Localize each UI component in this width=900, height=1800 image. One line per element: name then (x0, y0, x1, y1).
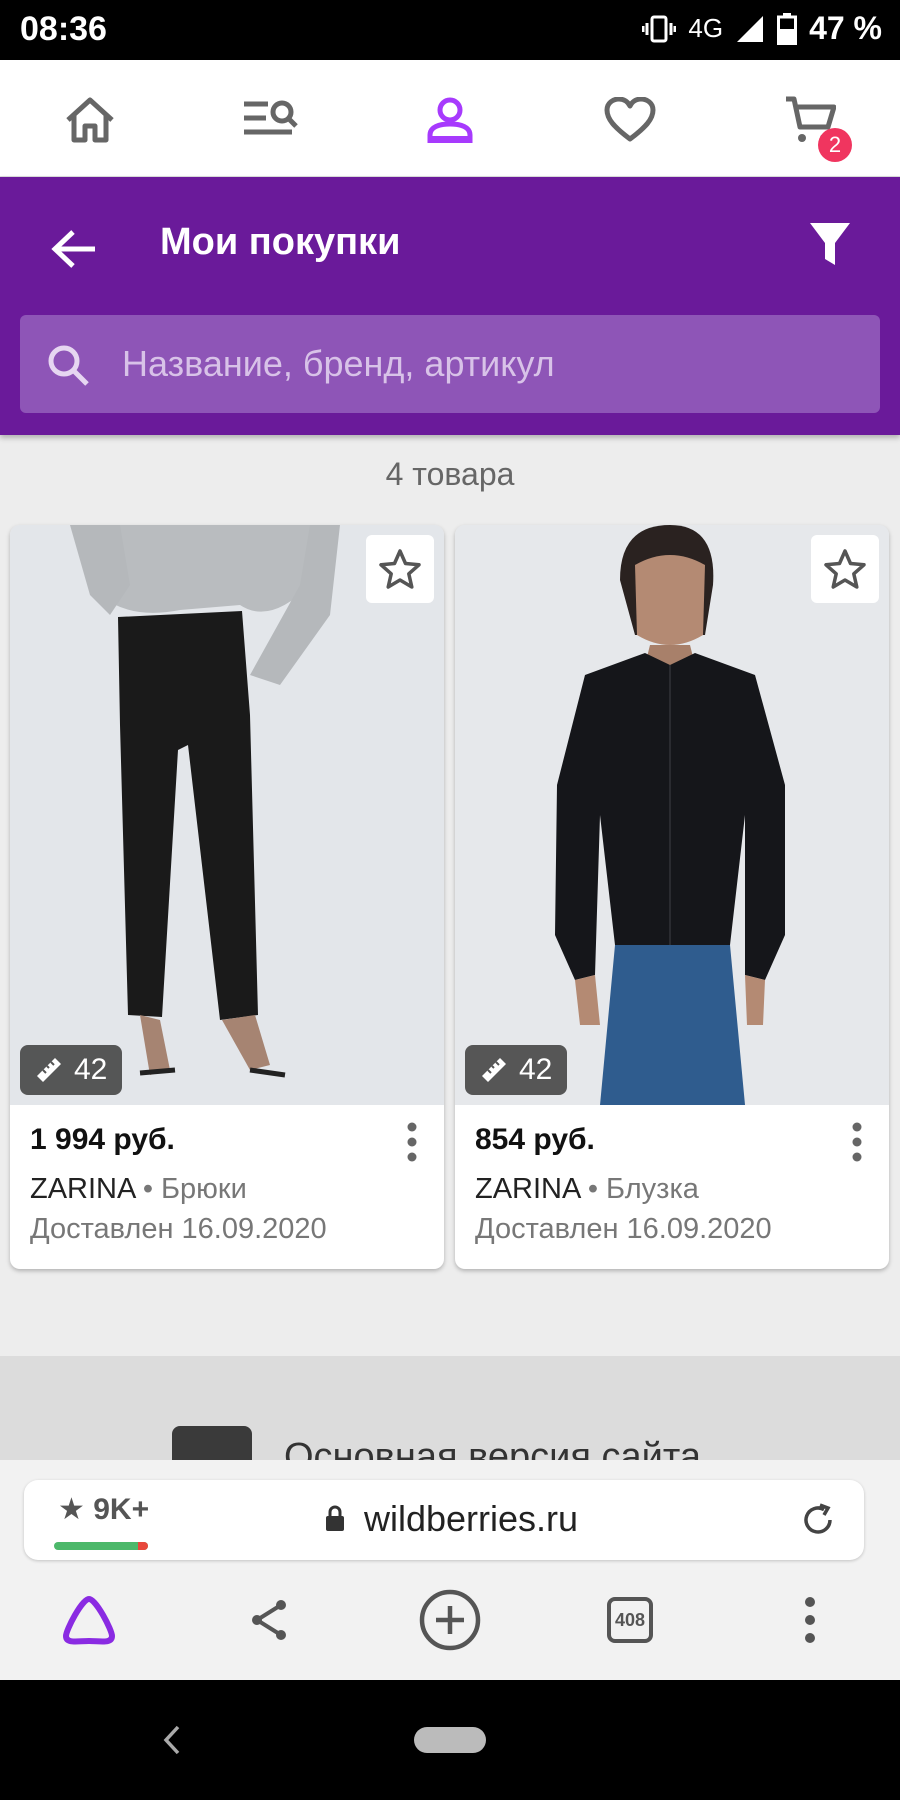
top-nav (0, 60, 900, 178)
more-vertical-icon (852, 1122, 862, 1162)
lock-icon (326, 1505, 344, 1531)
product-photo-trousers (10, 525, 444, 1105)
page-header: Мои покупки (0, 177, 900, 435)
nav-profile-button[interactable] (420, 90, 480, 150)
favorite-button[interactable] (366, 535, 434, 603)
product-category: • Брюки (142, 1173, 247, 1205)
catalog-search-icon (244, 100, 298, 135)
status-time: 08:36 (20, 10, 107, 48)
product-price: 1 994 руб. (30, 1123, 175, 1156)
page-title: Мои покупки (160, 221, 401, 263)
site-rating[interactable]: ★ 9K+ (58, 1492, 149, 1527)
alice-icon (63, 1596, 115, 1645)
new-tab-button[interactable] (415, 1585, 485, 1655)
system-nav-bar (0, 1680, 900, 1800)
home-icon (66, 97, 114, 143)
tabs-count: 408 (607, 1597, 653, 1643)
reload-icon[interactable] (800, 1502, 836, 1538)
arrow-left-icon (51, 230, 95, 268)
browser-toolbar: ★ 9K+ wildberries.ru 408 (0, 1460, 900, 1680)
product-image[interactable] (10, 525, 444, 1105)
product-photo-blouse (455, 525, 889, 1105)
filter-button[interactable] (800, 215, 860, 275)
product-brand: ZARINA (30, 1173, 135, 1205)
back-button[interactable] (44, 219, 104, 279)
battery-percent: 47 % (809, 10, 882, 46)
cart-count-badge: 2 (818, 128, 852, 162)
home-pill[interactable] (414, 1727, 486, 1753)
vibrate-icon (642, 15, 677, 42)
status-bar: 08:36 4G 47 % (0, 0, 900, 60)
size-value: 42 (74, 1053, 108, 1086)
product-brand-line: ZARINA • Брюки (30, 1173, 247, 1206)
desktop-version-link[interactable]: Основная версия сайта (0, 1356, 900, 1460)
more-vertical-icon (805, 1597, 815, 1643)
product-card[interactable]: 42 854 руб. ZARINA • Блузка Доставлен 16… (455, 525, 889, 1269)
more-options-button[interactable] (845, 1121, 869, 1165)
desktop-version-label: Основная версия сайта (284, 1436, 701, 1460)
star-outline-icon (379, 549, 421, 589)
desktop-icon (172, 1426, 252, 1460)
filter-icon (810, 223, 850, 265)
delivery-status: Доставлен 16.09.2020 (475, 1213, 772, 1245)
favorite-button[interactable] (811, 535, 879, 603)
rating-bar (54, 1542, 148, 1550)
nav-catalog-button[interactable] (240, 90, 300, 150)
more-vertical-icon (407, 1122, 417, 1162)
size-badge: 42 (465, 1045, 567, 1095)
product-brand: ZARINA (475, 1173, 580, 1205)
product-card[interactable]: 42 1 994 руб. ZARINA • Брюки Доставлен 1… (10, 525, 444, 1269)
search-input[interactable] (120, 335, 844, 393)
heart-icon (604, 97, 656, 142)
nav-favorites-button[interactable] (600, 90, 660, 150)
back-chevron-icon[interactable] (160, 1724, 184, 1756)
status-indicators: 4G 47 % (642, 10, 882, 47)
alice-assistant-button[interactable] (54, 1585, 124, 1655)
url-text: wildberries.ru (364, 1498, 579, 1539)
share-button[interactable] (234, 1585, 304, 1655)
profile-icon (427, 97, 473, 143)
star-filled-icon: ★ (58, 1493, 85, 1526)
product-price: 854 руб. (475, 1123, 595, 1156)
plus-circle-icon (419, 1589, 481, 1651)
search-box[interactable] (20, 315, 880, 413)
network-type: 4G (688, 13, 724, 43)
star-outline-icon (824, 549, 866, 589)
product-category: • Блузка (587, 1173, 699, 1205)
search-icon (48, 345, 89, 386)
site-rating-value: 9K+ (93, 1493, 150, 1526)
more-options-button[interactable] (400, 1121, 424, 1165)
size-value: 42 (519, 1053, 553, 1086)
battery-icon (777, 12, 798, 45)
items-count: 4 товара (385, 456, 515, 492)
nav-home-button[interactable] (60, 90, 120, 150)
delivery-status: Доставлен 16.09.2020 (30, 1213, 327, 1245)
product-brand-line: ZARINA • Блузка (475, 1173, 699, 1206)
size-badge: 42 (20, 1045, 122, 1095)
ruler-icon (482, 1058, 506, 1082)
share-icon (252, 1600, 286, 1640)
product-image[interactable] (455, 525, 889, 1105)
browser-menu-button[interactable] (775, 1585, 845, 1655)
tabs-button[interactable]: 408 (595, 1585, 665, 1655)
signal-icon (737, 15, 764, 42)
ruler-icon (37, 1058, 61, 1082)
address-bar[interactable]: ★ 9K+ wildberries.ru (24, 1480, 864, 1560)
